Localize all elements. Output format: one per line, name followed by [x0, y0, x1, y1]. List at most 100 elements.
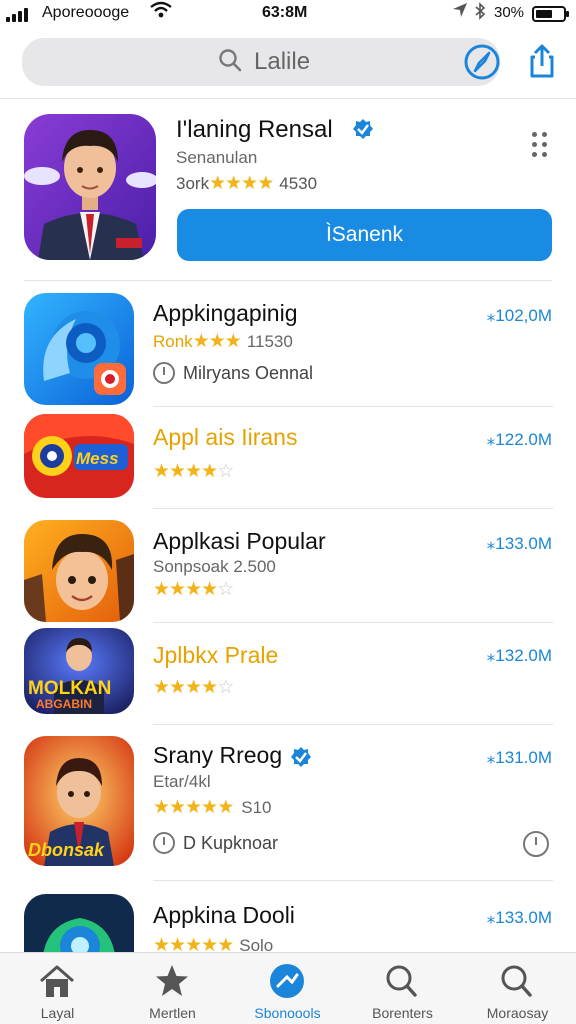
star-empty-icon: ☆ [217, 461, 234, 482]
star-filled-icon: ★ [201, 677, 218, 698]
app-rating: ★ ★ ★ ★ ★ S10 [153, 796, 271, 819]
search-query: Lalile [254, 48, 311, 75]
app-icon[interactable] [24, 520, 134, 622]
search-icon [219, 49, 242, 72]
verified-badge-icon [353, 119, 373, 139]
app-size: ⁎131.0M [486, 748, 552, 767]
rating-count: S10 [241, 797, 272, 817]
share-icon[interactable] [522, 42, 562, 82]
star-filled-icon: ★ [153, 461, 170, 482]
star-filled-icon: ★ [224, 331, 242, 352]
tab-label: Moraosay [486, 1005, 549, 1021]
star-empty-icon: ☆ [217, 579, 234, 600]
star-filled-icon: ★ [201, 461, 218, 482]
row-divider [153, 724, 553, 725]
star-filled-icon: ★ [153, 579, 170, 600]
star-empty-icon: ☆ [217, 677, 234, 698]
app-icon[interactable]: Dbonsak [24, 736, 134, 866]
app-title[interactable]: Applkasi Popular [153, 528, 326, 555]
star-filled-icon: ★ [192, 331, 210, 352]
app-size: ⁎102,0M [486, 306, 552, 325]
tab-layal[interactable]: Layal [0, 953, 115, 1024]
search-bar[interactable]: Lalile [22, 38, 500, 86]
clock-icon [153, 832, 175, 854]
rating-count: 4530 [279, 173, 318, 193]
wifi-icon [150, 1, 172, 24]
star-filled-icon: ★ [185, 677, 202, 698]
header-divider [0, 98, 576, 99]
app-size: ⁎122.0M [486, 430, 552, 449]
rating-prefix: Ronk [153, 331, 193, 351]
app-icon[interactable]: Mess [24, 414, 134, 498]
row-divider [24, 280, 552, 281]
star-filled-icon: ★ [217, 797, 234, 818]
compass-icon[interactable] [462, 42, 502, 82]
app-size: ⁎133.0M [486, 534, 552, 553]
tab-moraosay[interactable]: Moraosay [460, 953, 575, 1024]
star-filled-icon: ★ [185, 461, 202, 482]
star-filled-icon: ★ [169, 579, 186, 600]
star-filled-icon: ★ [169, 461, 186, 482]
star-filled-icon: ★ [153, 797, 170, 818]
clock-icon [153, 362, 175, 384]
star-rating: ★ ★ ★ [192, 330, 242, 353]
tab-bar: Layal Mertlen Sbonoools Borenters Moraos… [0, 952, 576, 1024]
more-options-icon[interactable] [530, 130, 550, 160]
star-rating: ★ ★ ★ ★ ☆ [153, 676, 234, 699]
tab-sbonoools[interactable]: Sbonoools [230, 953, 345, 1024]
star-filled-icon: ★ [241, 173, 258, 194]
get-button[interactable]: ÌSanenk [177, 209, 552, 261]
bluetooth-icon [474, 2, 486, 25]
tab-mertlen[interactable]: Mertlen [115, 953, 230, 1024]
row-divider [153, 406, 553, 407]
app-icon[interactable]: MOLKAN ABGABIN [24, 628, 134, 714]
featured-app-icon[interactable] [24, 114, 156, 260]
tab-label: Sbonoools [254, 1005, 321, 1021]
app-title[interactable]: Appkingapinig [153, 300, 298, 327]
svg-text:Mess: Mess [76, 449, 119, 468]
app-rating: ★ ★ ★ ★ ☆ [153, 460, 234, 483]
rating-prefix: 3ork [176, 173, 210, 193]
star-filled-icon: ★ [209, 173, 226, 194]
app-meta: Sonpsoak 2.500 [153, 557, 276, 576]
developer-name: Milryans Oennal [183, 362, 314, 383]
battery-percent: 30% [494, 4, 525, 21]
app-rating: Ronk ★ ★ ★ 11530 [153, 330, 293, 353]
star-filled-icon: ★ [208, 331, 226, 352]
star-filled-icon: ★ [169, 797, 186, 818]
star-filled-icon: ★ [225, 173, 242, 194]
app-size: ⁎132.0M [486, 646, 552, 665]
svg-text:ABGABIN: ABGABIN [36, 697, 92, 711]
tab-label: Mertlen [149, 1005, 196, 1021]
star-rating: ★ ★ ★ ★ ☆ [153, 578, 234, 601]
app-title[interactable]: Appkina Dooli [153, 902, 295, 929]
app-title[interactable]: Srany Rreog [153, 742, 282, 769]
apps-icon [270, 964, 304, 998]
app-meta: Etar/4kl [153, 772, 211, 791]
row-divider [153, 508, 553, 509]
app-rating: ★ ★ ★ ★ ☆ [153, 578, 234, 601]
star-filled-icon: ★ [201, 797, 218, 818]
tab-label: Borenters [372, 1005, 433, 1021]
app-developer: Milryans Oennal [153, 362, 313, 384]
app-size: ⁎133.0M [486, 908, 552, 927]
star-filled-icon: ★ [201, 579, 218, 600]
star-filled-icon: ★ [153, 677, 170, 698]
location-icon [452, 2, 468, 23]
app-title[interactable]: Jplbkx Prale [153, 642, 278, 669]
tab-borenters[interactable]: Borenters [345, 953, 460, 1024]
featured-app-title[interactable]: I'laning Rensal [176, 116, 333, 144]
timer-icon[interactable] [522, 830, 550, 858]
row-divider [153, 880, 553, 881]
star-filled-icon: ★ [169, 677, 186, 698]
featured-app-rating: 3ork ★ ★ ★ ★ 4530 [176, 172, 317, 195]
tab-label: Layal [40, 1005, 75, 1021]
app-icon[interactable] [24, 293, 134, 405]
star-rating: ★ ★ ★ ★ ★ [153, 796, 234, 819]
star-rating: ★ ★ ★ ★ ☆ [153, 460, 234, 483]
app-rating: ★ ★ ★ ★ ☆ [153, 676, 234, 699]
star-rating: ★ ★ ★ ★ [209, 172, 274, 195]
svg-text:Dbonsak: Dbonsak [28, 840, 105, 860]
verified-badge-icon [291, 747, 311, 767]
app-title[interactable]: Appl ais Iirans [153, 424, 297, 451]
